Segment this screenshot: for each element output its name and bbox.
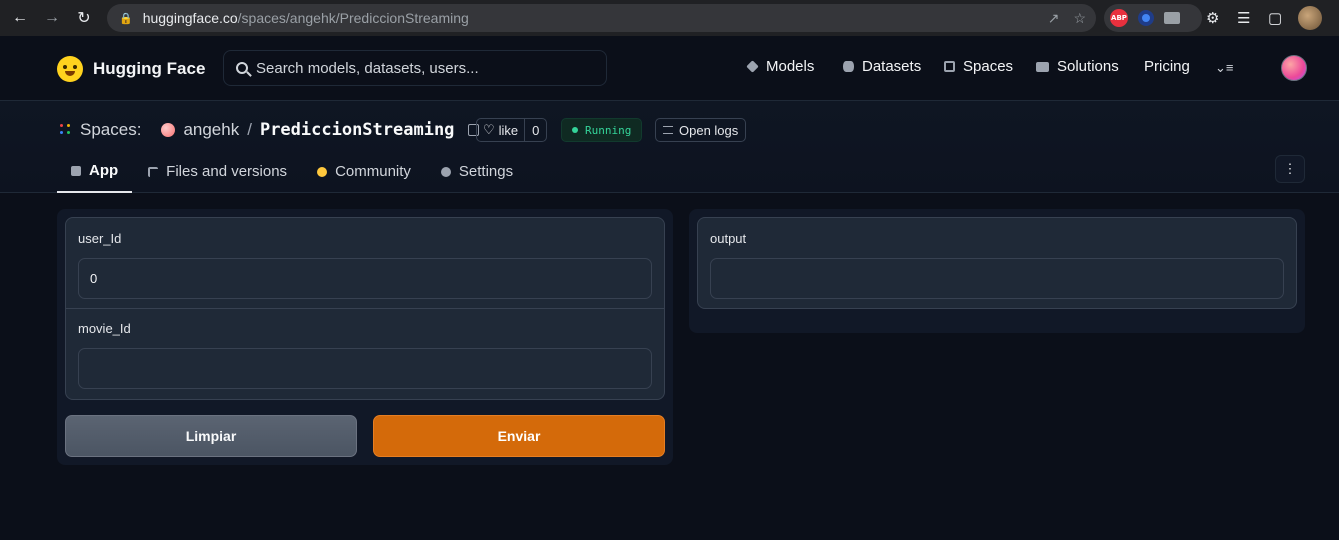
back-icon[interactable]: ←	[11, 9, 29, 27]
spaces-icon	[60, 124, 72, 136]
output-textbox[interactable]	[710, 258, 1284, 299]
media-control-icon[interactable]: ☰	[1237, 9, 1250, 27]
nav-spaces[interactable]: Spaces	[944, 58, 1013, 75]
cube-icon	[71, 165, 81, 176]
output-field: output	[698, 218, 1296, 299]
nav-solutions-label: Solutions	[1057, 58, 1119, 75]
space-tabs: App Files and versions Community Setting…	[57, 150, 529, 193]
grid-icon	[944, 61, 955, 72]
like-label: like	[498, 122, 519, 138]
output-block: output	[697, 217, 1297, 309]
movie-id-input[interactable]	[78, 348, 652, 389]
tab-files-label: Files and versions	[166, 163, 288, 180]
movie-id-field: movie_Id	[66, 308, 664, 389]
open-logs-label: Open logs	[679, 122, 739, 138]
space-name[interactable]: PrediccionStreaming	[260, 120, 454, 140]
more-options-icon[interactable]: ⋮	[1275, 155, 1305, 183]
briefcase-icon	[1036, 61, 1049, 72]
share-icon[interactable]: ↗	[1048, 10, 1060, 27]
input-panel: user_Id 0 movie_Id Limpiar Enviar	[57, 209, 673, 465]
brand-name: Hugging Face	[93, 59, 206, 78]
user-avatar[interactable]	[1281, 55, 1307, 81]
path-separator: /	[247, 120, 252, 139]
adblock-extension-icon[interactable]: ABP	[1110, 9, 1128, 27]
tab-files[interactable]: Files and versions	[134, 150, 301, 193]
status-dot-icon	[572, 127, 578, 133]
submit-button[interactable]: Enviar	[373, 415, 665, 457]
tab-app[interactable]: App	[57, 150, 133, 193]
database-icon	[843, 61, 854, 72]
input-form: user_Id 0 movie_Id	[65, 217, 665, 400]
user-id-input[interactable]: 0	[78, 258, 652, 299]
hugging-face-logo-icon	[57, 56, 83, 82]
tab-settings-label: Settings	[458, 163, 514, 180]
extensions-group: ABP	[1104, 4, 1202, 32]
output-label: output	[710, 231, 747, 246]
tab-community-label: Community	[335, 163, 411, 180]
nav-spaces-label: Spaces	[963, 58, 1014, 75]
puzzle-icon[interactable]: ⚙	[1206, 9, 1219, 27]
side-panel-icon[interactable]: ▢	[1268, 9, 1282, 27]
space-header: Spaces: angehk / PrediccionStreaming ♡ like…	[0, 101, 1339, 193]
lock-icon: 🔒	[119, 12, 133, 25]
url-host: huggingface.co	[142, 10, 238, 26]
user-id-label: user_Id	[78, 231, 122, 246]
nav-solutions[interactable]: Solutions	[1036, 58, 1119, 75]
logs-icon	[663, 126, 673, 134]
camera-extension-icon[interactable]	[1164, 12, 1180, 24]
like-count[interactable]: 0	[525, 123, 546, 138]
forward-icon[interactable]: →	[43, 9, 61, 27]
search-input[interactable]: Search models, datasets, users...	[223, 50, 607, 86]
brand-logo[interactable]: Hugging Face	[57, 56, 205, 82]
search-icon	[236, 62, 248, 74]
cube-icon	[746, 60, 759, 73]
nav-pricing[interactable]: Pricing	[1144, 58, 1190, 75]
address-bar[interactable]: 🔒 huggingface.co/spaces/angehk/Prediccio…	[107, 4, 1096, 32]
movie-id-label: movie_Id	[78, 321, 131, 336]
owner-avatar[interactable]	[161, 123, 176, 137]
status-text: Running	[585, 123, 632, 137]
spaces-section-label: Spaces:	[80, 120, 142, 139]
nav-pricing-label: Pricing	[1144, 58, 1190, 75]
tab-app-label: App	[89, 162, 119, 179]
tab-community[interactable]: Community	[303, 150, 425, 193]
files-icon	[148, 166, 159, 177]
like-button[interactable]: ♡ like 0	[476, 118, 548, 142]
status-badge: Running	[561, 118, 643, 142]
gear-icon	[440, 166, 451, 177]
clear-button[interactable]: Limpiar	[65, 415, 357, 457]
bookmark-star-icon[interactable]: ☆	[1073, 10, 1086, 27]
heart-icon: ♡	[483, 122, 495, 137]
nav-models-label: Models	[766, 58, 815, 75]
extension-icon[interactable]	[1138, 10, 1154, 26]
browser-toolbar: ← → ↻ 🔒 huggingface.co/spaces/angehk/Pre…	[0, 0, 1339, 36]
nav-models[interactable]: Models	[746, 58, 815, 75]
community-icon	[317, 166, 328, 177]
nav-datasets[interactable]: Datasets	[843, 58, 921, 75]
browser-profile-avatar[interactable]	[1298, 6, 1322, 30]
output-panel: output	[689, 209, 1305, 333]
reload-icon[interactable]: ↻	[75, 9, 93, 27]
nav-datasets-label: Datasets	[862, 58, 922, 75]
site-header: Hugging Face Search models, datasets, us…	[0, 36, 1339, 101]
url-path: /spaces/angehk/PrediccionStreaming	[237, 10, 469, 26]
search-placeholder: Search models, datasets, users...	[256, 59, 479, 77]
open-logs-button[interactable]: Open logs	[655, 118, 747, 142]
owner-link[interactable]: angehk	[183, 120, 239, 140]
user-id-field: user_Id 0	[66, 218, 664, 299]
tab-settings[interactable]: Settings	[427, 150, 527, 193]
more-menu-icon[interactable]: ⌄≡	[1215, 60, 1233, 76]
